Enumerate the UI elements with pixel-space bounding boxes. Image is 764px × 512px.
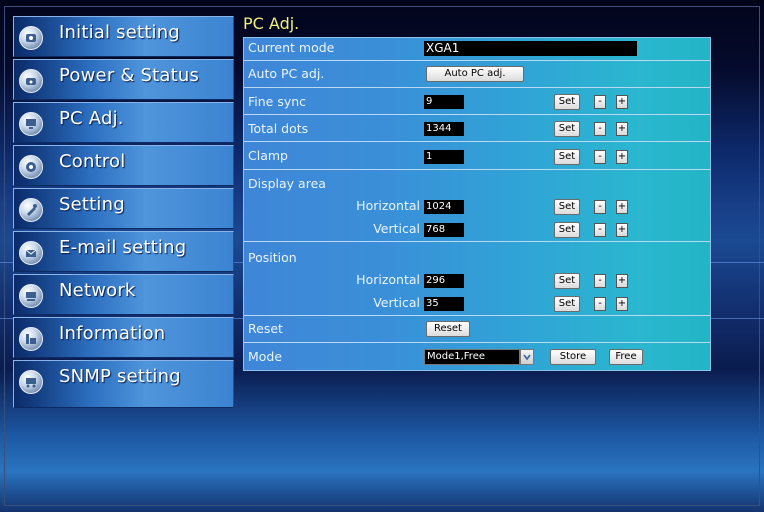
fine-sync-label: Fine sync — [248, 94, 307, 109]
setting-icon — [19, 198, 43, 222]
sidebar-item-label: Power & Status — [59, 65, 200, 86]
position-vertical-set-button[interactable]: Set — [554, 296, 580, 312]
fine-sync-value: 9 — [424, 95, 464, 109]
free-button[interactable]: Free — [609, 349, 643, 365]
sidebar-item-network[interactable]: Network — [13, 274, 234, 315]
pc-adj-panel: Current mode XGA1 Auto PC adj. Auto PC a… — [243, 37, 711, 371]
sidebar-item-setting[interactable]: Setting — [13, 188, 234, 229]
total-dots-minus-button[interactable]: - — [594, 122, 606, 136]
network-icon — [19, 284, 43, 308]
total-dots-plus-button[interactable]: + — [616, 122, 628, 136]
auto-pc-adj-label: Auto PC adj. — [248, 66, 325, 81]
clamp-set-button[interactable]: Set — [554, 149, 580, 165]
position-horizontal-set-button[interactable]: Set — [554, 273, 580, 289]
clamp-label: Clamp — [248, 148, 288, 163]
display-area-vertical-label: Vertical — [373, 221, 420, 236]
clamp-minus-button[interactable]: - — [594, 150, 606, 164]
display-area-vertical-value: 768 — [424, 223, 464, 237]
row-reset: Reset Reset — [244, 316, 710, 343]
row-position: Position Horizontal 296 Set - + Vertical… — [244, 242, 710, 316]
reset-button[interactable]: Reset — [426, 321, 470, 337]
sidebar-item-label: Network — [59, 280, 136, 301]
pc-adj-icon — [19, 112, 43, 136]
display-area-horizontal-minus-button[interactable]: - — [594, 200, 606, 214]
sidebar-item-label: Control — [59, 151, 126, 172]
snmp-icon — [19, 370, 43, 394]
chevron-down-icon[interactable] — [520, 349, 534, 365]
email-icon — [19, 241, 43, 265]
position-vertical-plus-button[interactable]: + — [616, 297, 628, 311]
display-area-vertical-plus-button[interactable]: + — [616, 223, 628, 237]
reset-label: Reset — [248, 321, 283, 336]
sidebar-item-label: E-mail setting — [59, 237, 187, 258]
display-area-horizontal-label: Horizontal — [356, 198, 420, 213]
sidebar-item-label: Initial setting — [59, 22, 180, 43]
sidebar-item-information[interactable]: Information — [13, 317, 234, 358]
sidebar-nav: Initial setting Power & Status PC Adj. C… — [13, 16, 234, 408]
clamp-value: 1 — [424, 150, 464, 164]
position-horizontal-label: Horizontal — [356, 272, 420, 287]
position-horizontal-plus-button[interactable]: + — [616, 274, 628, 288]
position-horizontal-minus-button[interactable]: - — [594, 274, 606, 288]
sidebar-item-label: Information — [59, 323, 166, 344]
row-fine-sync: Fine sync 9 Set - + — [244, 88, 710, 115]
display-area-label: Display area — [248, 176, 326, 191]
mode-label: Mode — [248, 349, 283, 364]
power-status-icon — [19, 69, 43, 93]
display-area-horizontal-set-button[interactable]: Set — [554, 199, 580, 215]
sidebar-item-snmp-setting[interactable]: SNMP setting — [13, 360, 234, 408]
mode-select[interactable]: Mode1,Free — [424, 349, 534, 365]
display-area-vertical-set-button[interactable]: Set — [554, 222, 580, 238]
initial-setting-icon — [19, 26, 43, 50]
sidebar-item-power-status[interactable]: Power & Status — [13, 59, 234, 100]
row-total-dots: Total dots 1344 Set - + — [244, 115, 710, 142]
mode-select-value: Mode1,Free — [427, 351, 486, 362]
sidebar-item-control[interactable]: Control — [13, 145, 234, 186]
row-current-mode: Current mode XGA1 — [244, 38, 710, 61]
row-display-area: Display area Horizontal 1024 Set - + Ver… — [244, 170, 710, 242]
display-area-vertical-minus-button[interactable]: - — [594, 223, 606, 237]
row-clamp: Clamp 1 Set - + — [244, 142, 710, 170]
page-title: PC Adj. — [243, 14, 300, 33]
control-icon — [19, 155, 43, 179]
position-horizontal-value: 296 — [424, 274, 464, 288]
sidebar-item-email-setting[interactable]: E-mail setting — [13, 231, 234, 272]
sidebar-item-label: PC Adj. — [59, 108, 124, 129]
position-vertical-minus-button[interactable]: - — [594, 297, 606, 311]
sidebar-item-initial-setting[interactable]: Initial setting — [13, 16, 234, 57]
row-mode: Mode Mode1,Free Store Free — [244, 343, 710, 370]
total-dots-set-button[interactable]: Set — [554, 121, 580, 137]
display-area-horizontal-value: 1024 — [424, 200, 464, 214]
position-vertical-value: 35 — [424, 297, 464, 311]
display-area-horizontal-plus-button[interactable]: + — [616, 200, 628, 214]
total-dots-value: 1344 — [424, 122, 464, 136]
fine-sync-minus-button[interactable]: - — [594, 95, 606, 109]
current-mode-value: XGA1 — [424, 41, 637, 56]
fine-sync-set-button[interactable]: Set — [554, 94, 580, 110]
sidebar-item-label: SNMP setting — [59, 366, 181, 387]
position-vertical-label: Vertical — [373, 295, 420, 310]
current-mode-label: Current mode — [248, 40, 335, 55]
sidebar-item-pc-adj[interactable]: PC Adj. — [13, 102, 234, 143]
auto-pc-adj-button[interactable]: Auto PC adj. — [426, 66, 524, 82]
store-button[interactable]: Store — [550, 349, 596, 365]
fine-sync-plus-button[interactable]: + — [616, 95, 628, 109]
clamp-plus-button[interactable]: + — [616, 150, 628, 164]
information-icon — [19, 327, 43, 351]
sidebar-item-label: Setting — [59, 194, 125, 215]
total-dots-label: Total dots — [248, 121, 309, 136]
row-auto-pc-adj: Auto PC adj. Auto PC adj. — [244, 61, 710, 88]
position-label: Position — [248, 250, 297, 265]
